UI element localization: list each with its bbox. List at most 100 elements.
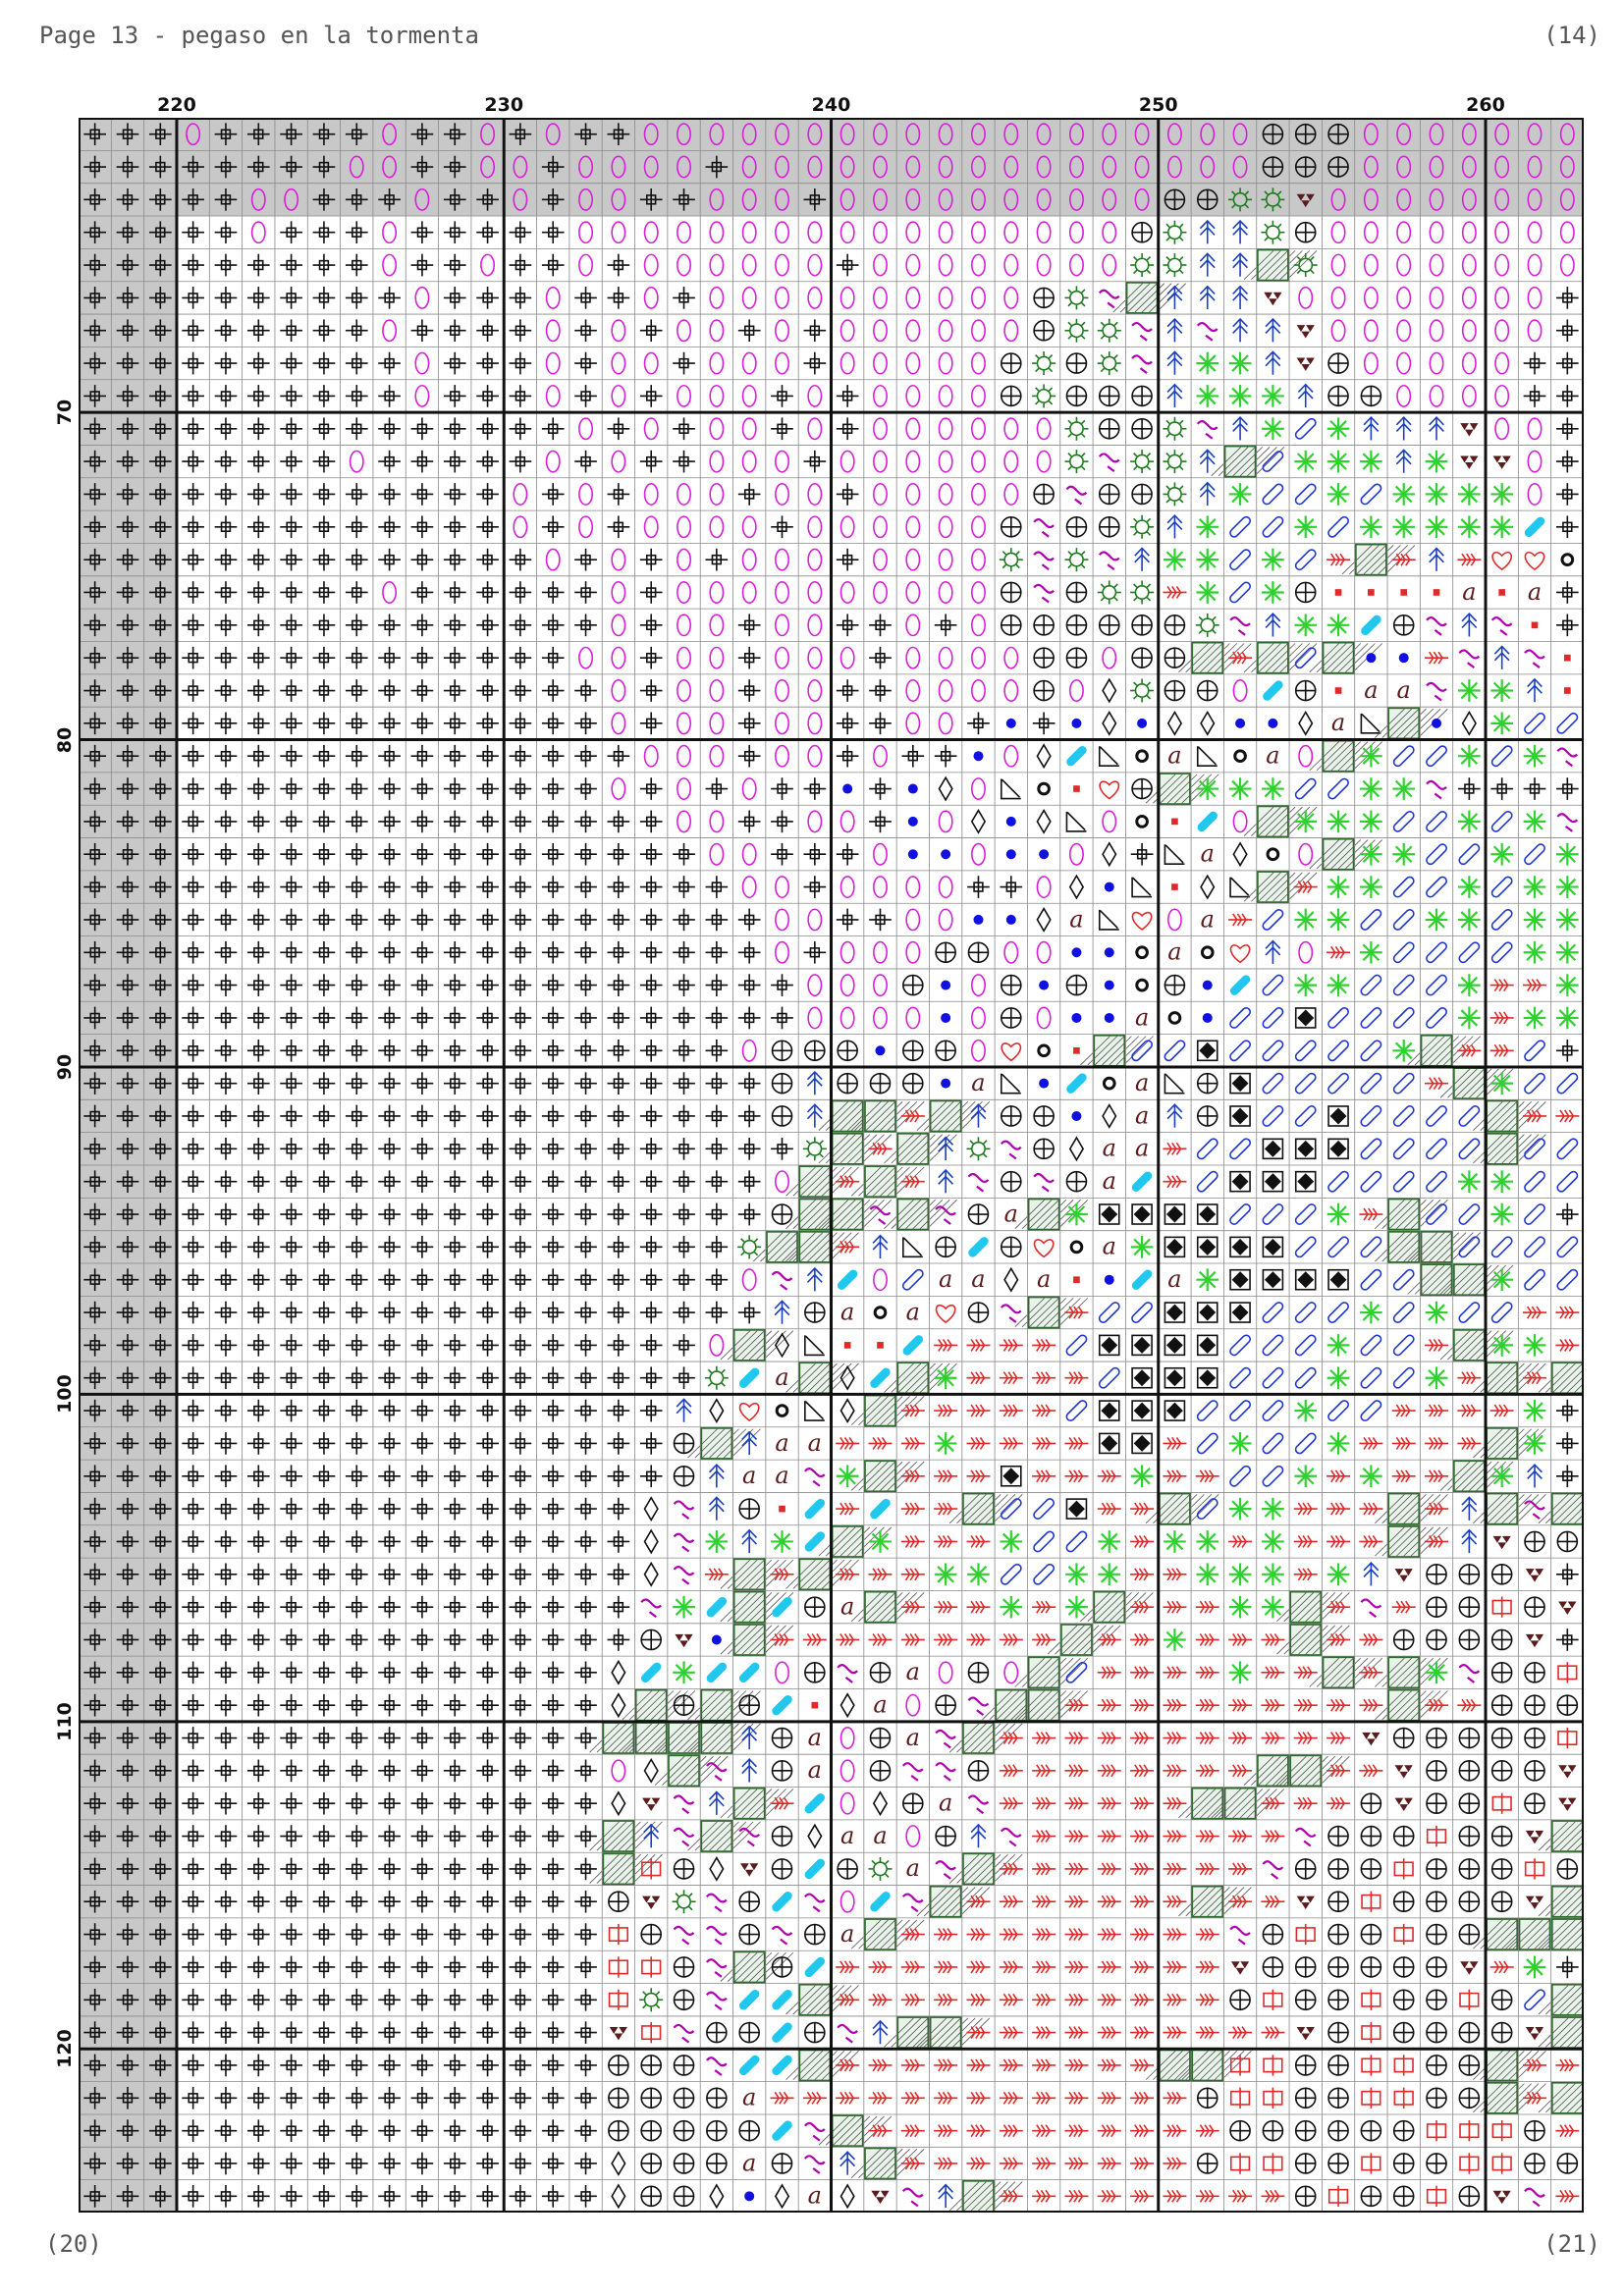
stitch-cell bbox=[509, 1530, 532, 1553]
stitch-cell bbox=[1130, 1960, 1155, 1974]
stitch-cell bbox=[182, 842, 204, 866]
stitch-cell bbox=[938, 876, 953, 899]
stitch-cell bbox=[1558, 1601, 1577, 1615]
stitch-cell bbox=[1065, 647, 1088, 668]
stitch-cell bbox=[677, 614, 691, 637]
stitch-cell bbox=[1097, 351, 1121, 376]
stitch-cell bbox=[1392, 941, 1415, 964]
stitch-cell bbox=[1556, 351, 1579, 375]
stitch-cell bbox=[737, 1006, 761, 1030]
stitch-cell bbox=[182, 777, 204, 800]
stitch-cell bbox=[1556, 1170, 1579, 1193]
stitch-cell bbox=[345, 385, 368, 407]
stitch-cell bbox=[1130, 1535, 1155, 1548]
stitch-cell bbox=[869, 614, 892, 637]
stitch-cell bbox=[1556, 1072, 1579, 1095]
stitch-cell bbox=[1296, 2026, 1315, 2041]
stitch-cell bbox=[1265, 317, 1281, 343]
stitch-cell bbox=[839, 1727, 855, 1749]
stitch-cell bbox=[611, 450, 626, 473]
stitch-cell bbox=[574, 1988, 597, 2011]
stitch-cell bbox=[509, 744, 532, 768]
stitch-cell bbox=[541, 1825, 565, 1847]
stitch-cell bbox=[905, 876, 921, 899]
stitch-cell bbox=[737, 614, 761, 637]
stitch-cell bbox=[639, 319, 663, 343]
stitch-cell bbox=[312, 1530, 336, 1553]
stitch-cell bbox=[1032, 1796, 1056, 1810]
stitch-cell bbox=[443, 1923, 466, 1946]
stitch-cell bbox=[1395, 449, 1412, 473]
stitch-cell bbox=[1425, 515, 1448, 539]
stitch-cell bbox=[775, 679, 789, 702]
stitch-cell bbox=[443, 1727, 466, 1749]
stitch-cell: a bbox=[742, 2084, 756, 2111]
stitch-cell bbox=[966, 1928, 991, 1942]
stitch-cell bbox=[1360, 1858, 1382, 1880]
stitch-cell bbox=[312, 1137, 336, 1160]
stitch-cell bbox=[1294, 810, 1318, 833]
stitch-cell bbox=[378, 777, 401, 800]
stitch-cell bbox=[443, 1366, 466, 1390]
stitch-cell bbox=[1527, 450, 1543, 473]
stitch-cell bbox=[1263, 2153, 1283, 2174]
stitch-cell bbox=[1202, 980, 1213, 990]
stitch-cell bbox=[1425, 1404, 1449, 1417]
stitch-cell bbox=[709, 646, 725, 669]
stitch-cell bbox=[1195, 1732, 1219, 1744]
stitch-cell bbox=[1229, 2153, 1251, 2174]
stitch-cell bbox=[1461, 319, 1477, 343]
stitch-cell bbox=[1130, 1666, 1155, 1680]
stitch-cell bbox=[378, 810, 401, 833]
stitch-cell bbox=[443, 2184, 466, 2208]
stitch-cell bbox=[607, 253, 630, 277]
stitch-cell bbox=[574, 319, 597, 343]
stitch-cell bbox=[1556, 940, 1579, 964]
stitch-cell bbox=[280, 2184, 302, 2208]
stitch-cell bbox=[1228, 351, 1252, 375]
stitch-cell bbox=[1229, 1302, 1251, 1323]
stitch-cell bbox=[804, 1596, 826, 1618]
stitch-cell bbox=[214, 1857, 238, 1881]
stitch-cell bbox=[1294, 2119, 1317, 2142]
stitch-cell bbox=[345, 646, 368, 669]
stitch-cell bbox=[1524, 1040, 1545, 1062]
stitch-cell bbox=[1195, 1928, 1219, 1942]
stitch-cell bbox=[312, 1072, 336, 1095]
stitch-cell bbox=[1199, 252, 1216, 277]
stitch-cell bbox=[1425, 908, 1448, 932]
stitch-cell bbox=[1294, 581, 1317, 604]
stitch-cell bbox=[443, 940, 466, 964]
stitch-cell bbox=[1392, 1891, 1415, 1913]
stitch-cell bbox=[378, 1432, 401, 1455]
stitch-cell bbox=[1458, 1858, 1481, 1880]
stitch-cell bbox=[443, 974, 466, 996]
stitch-cell bbox=[1460, 1961, 1479, 1975]
stitch-cell bbox=[410, 1890, 434, 1913]
stitch-cell bbox=[345, 1170, 368, 1194]
stitch-cell bbox=[280, 679, 302, 702]
stitch-cell bbox=[345, 1301, 368, 1324]
stitch-cell bbox=[480, 253, 496, 277]
stitch-cell bbox=[574, 842, 597, 866]
stitch-cell bbox=[280, 1595, 302, 1619]
stitch-cell bbox=[1327, 1989, 1349, 2011]
stitch-cell bbox=[1330, 286, 1346, 309]
stitch-cell bbox=[1262, 385, 1284, 407]
stitch-cell bbox=[280, 1727, 302, 1749]
stitch-cell bbox=[312, 1170, 336, 1194]
stitch-cell bbox=[1229, 1203, 1252, 1225]
stitch-cell bbox=[607, 1104, 630, 1128]
stitch-cell bbox=[868, 1633, 893, 1646]
stitch-cell bbox=[1098, 746, 1119, 768]
stitch-cell bbox=[214, 548, 238, 571]
stitch-cell bbox=[1098, 614, 1120, 636]
stitch-cell bbox=[476, 1432, 499, 1455]
stitch-cell bbox=[709, 842, 725, 866]
stitch-cell bbox=[611, 1759, 626, 1783]
stitch-cell bbox=[541, 1530, 565, 1553]
stitch-cell bbox=[771, 842, 793, 866]
stitch-cell bbox=[410, 1988, 434, 2011]
stitch-cell bbox=[837, 1858, 858, 1880]
stitch-cell bbox=[574, 1301, 597, 1324]
